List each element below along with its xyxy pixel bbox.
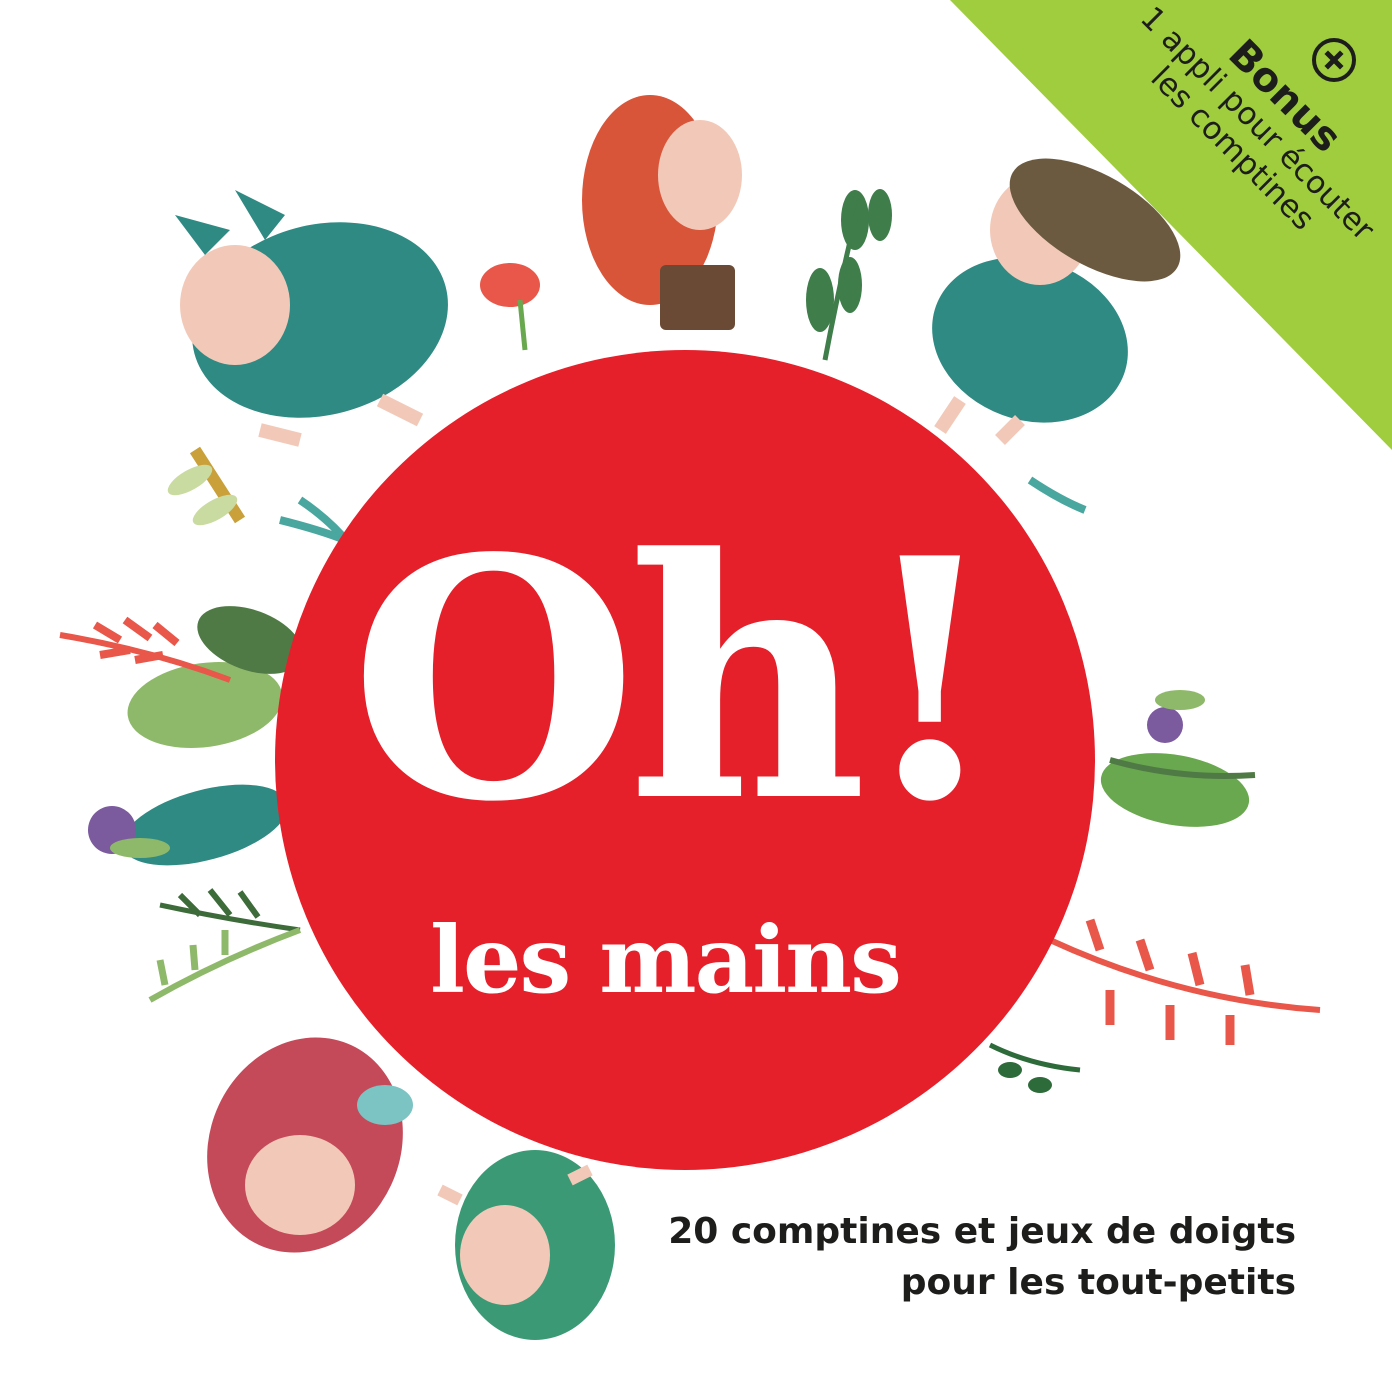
subtitle: 20 comptines et jeux de doigts pour les … xyxy=(576,1206,1296,1308)
title-main: Oh! xyxy=(350,486,1002,874)
subtitle-line-1: 20 comptines et jeux de doigts xyxy=(668,1211,1296,1252)
subtitle-line-2: pour les tout-petits xyxy=(900,1262,1296,1303)
title-sub: les mains xyxy=(430,906,902,1014)
